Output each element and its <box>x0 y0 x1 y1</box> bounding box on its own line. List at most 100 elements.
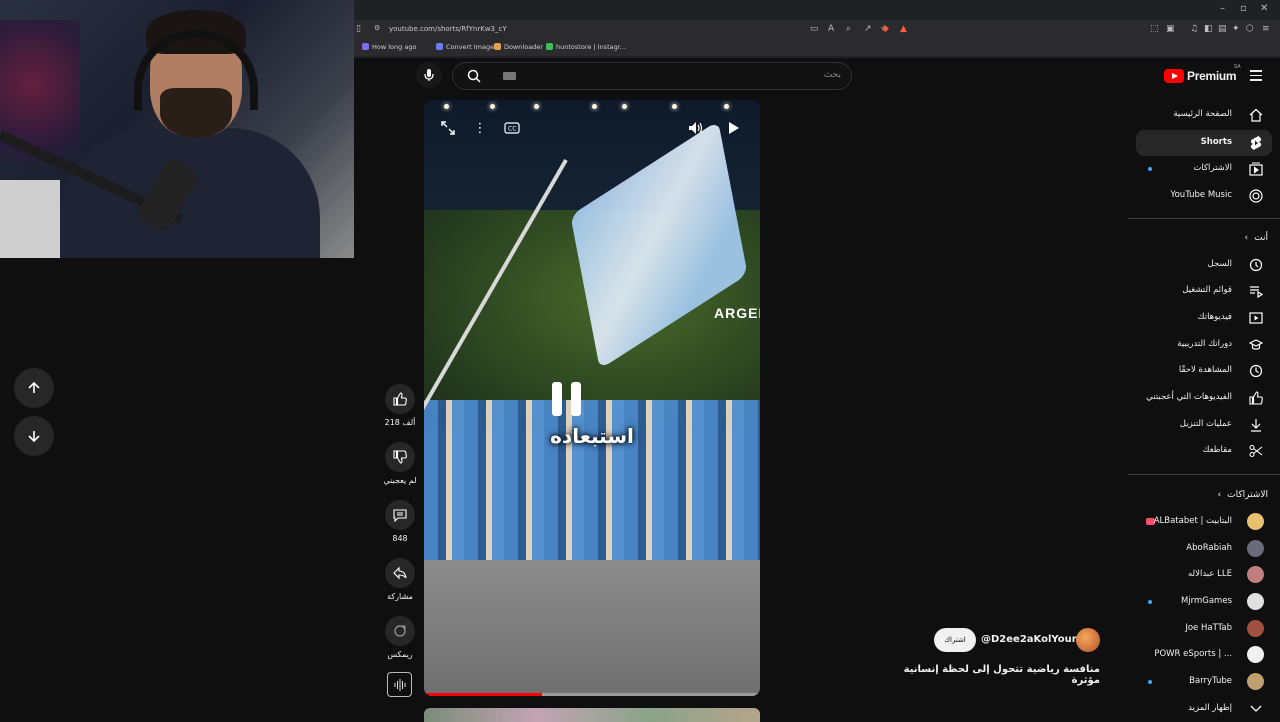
your-videos-icon <box>1248 310 1264 326</box>
screenshot-icon[interactable]: ▣ <box>1166 24 1175 34</box>
bookmark-convert-image[interactable]: Convert Image <box>436 43 494 51</box>
next-video-button[interactable] <box>14 416 54 456</box>
sidebar-item-subscriptions[interactable]: الاشتراكات <box>1136 156 1272 182</box>
sidebar-icon[interactable]: ◧ <box>1204 24 1213 34</box>
svg-text:CC: CC <box>508 126 516 133</box>
scissors-icon <box>1248 443 1264 459</box>
logo-text: Premium <box>1187 69 1237 83</box>
rewards-icon[interactable]: ▲ <box>900 24 907 34</box>
arrow-down-icon <box>28 431 40 443</box>
sidebar-item-clips[interactable]: مقاطعك <box>1136 438 1272 464</box>
share-button[interactable]: مشاركة <box>380 558 420 601</box>
fullscreen-button[interactable] <box>438 120 458 136</box>
progress-bar[interactable] <box>424 693 760 696</box>
sidebar-item-label: عمليات التنزيل <box>1179 419 1232 429</box>
sidebar-item-label: دوراتك التدريبية <box>1177 339 1232 349</box>
youtube-play-icon <box>1164 69 1184 83</box>
keyboard-icon[interactable] <box>503 72 516 80</box>
media-icon[interactable]: ♫ <box>1190 24 1198 34</box>
captions-button[interactable]: CC <box>502 120 522 136</box>
vpn-icon[interactable]: ⬡ <box>1246 24 1254 34</box>
playlists-icon <box>1248 283 1264 299</box>
subscription-item[interactable]: POWR eSports | ... <box>1136 642 1272 668</box>
sidebar-item-label: الفيديوهات التي أعجبتني <box>1146 392 1232 402</box>
restore-icon[interactable]: ▫ <box>1240 3 1247 14</box>
more-options-button[interactable]: ⋮ <box>470 120 490 136</box>
subscription-item[interactable]: AboRabiah <box>1136 536 1272 562</box>
zoom-icon[interactable]: ⌕ <box>846 24 851 34</box>
sidebar-item-label: الصفحة الرئيسية <box>1173 109 1232 119</box>
bookmark-icon <box>362 43 369 50</box>
bookmark-downloader[interactable]: Downloader <box>494 43 543 51</box>
search-bar[interactable]: بحث <box>452 62 852 90</box>
channel-avatar <box>1247 566 1264 583</box>
sidebar-subscriptions-heading[interactable]: ‹ الاشتراكات <box>1218 490 1268 500</box>
bookmark-how-long-ago[interactable]: How long ago <box>362 43 416 51</box>
previous-video-button[interactable] <box>14 368 54 408</box>
address-bar-row: ▯ ⚙ youtube.com/shorts/RfYnrKw3_cY ▭ A ⌕… <box>354 20 1280 40</box>
sidebar-item-watch-later[interactable]: المشاهدة لاحقًا <box>1136 358 1272 384</box>
sidebar-item-home[interactable]: الصفحة الرئيسية <box>1136 102 1272 128</box>
channel-avatar[interactable] <box>1076 628 1100 652</box>
shorts-video-player[interactable]: ARGENTIN ⋮ CC استبعاده <box>424 100 760 696</box>
channel-avatar <box>1247 620 1264 637</box>
leo-icon[interactable]: ✦ <box>1232 24 1240 34</box>
like-button[interactable]: 218 ألف <box>380 384 420 427</box>
video-title[interactable]: منافسة رياضية تتحول إلى لحظة إنسانية مؤث… <box>880 664 1100 686</box>
subscription-name: MjrmGames <box>1180 596 1232 606</box>
extensions-icon[interactable]: ⬚ <box>1150 24 1159 34</box>
minimize-icon[interactable]: – <box>1220 3 1225 14</box>
dislike-button[interactable]: لم يعجبني <box>380 442 420 485</box>
play-button[interactable] <box>724 120 744 136</box>
sidebar-item-courses[interactable]: دوراتك التدريبية <box>1136 332 1272 358</box>
sidebar-item-youtube-music[interactable]: YouTube Music <box>1136 183 1272 209</box>
search-button[interactable] <box>453 63 495 89</box>
sidebar-item-playlists[interactable]: قوائم التشغيل <box>1136 278 1272 304</box>
bookmark-huntostore[interactable]: huntostore | Instagr... <box>546 43 626 51</box>
remix-button[interactable]: ريمكس <box>380 616 420 659</box>
sidebar-toggle-icon[interactable]: ▯ <box>356 24 361 34</box>
subscription-item[interactable]: عبدالاله LLE <box>1136 562 1272 588</box>
translate-icon[interactable]: A <box>828 24 834 34</box>
subscription-item[interactable]: BarryTube <box>1136 669 1272 695</box>
play-icon <box>729 122 739 134</box>
region-code: SA <box>1234 64 1241 70</box>
channel-avatar <box>1247 540 1264 557</box>
share-icon[interactable]: ↗ <box>864 24 872 34</box>
channel-handle[interactable]: @D2ee2aKolYoum <box>981 634 1082 645</box>
close-icon[interactable]: ✕ <box>1260 3 1268 14</box>
sidebar-item-liked-videos[interactable]: الفيديوهات التي أعجبتني <box>1136 385 1272 411</box>
channel-avatar <box>1247 593 1264 610</box>
subscription-item[interactable]: ALBatabet | البتابيت <box>1136 509 1272 535</box>
voice-search-button[interactable] <box>416 62 442 88</box>
history-icon <box>1248 257 1264 273</box>
subscription-name: AboRabiah <box>1186 543 1232 553</box>
youtube-premium-logo[interactable]: Premium SA <box>1164 64 1241 86</box>
subscribe-button[interactable]: اشتراك <box>934 628 976 652</box>
brave-shield-icon[interactable]: ◆ <box>882 24 889 34</box>
sidebar-item-downloads[interactable]: عمليات التنزيل <box>1136 412 1272 438</box>
thumbs-down-icon <box>385 442 415 472</box>
subscription-item[interactable]: Joe HaTTab <box>1136 616 1272 642</box>
search-input[interactable]: بحث <box>824 70 841 80</box>
menu-icon[interactable]: ≡ <box>1262 24 1270 34</box>
show-more-button[interactable]: إظهار المزيد <box>1136 696 1272 722</box>
sound-button[interactable] <box>387 672 412 697</box>
home-icon <box>1248 107 1264 123</box>
sidebar-item-label: YouTube Music <box>1170 190 1232 200</box>
sidebar-item-shorts[interactable]: Shorts <box>1136 130 1272 156</box>
volume-button[interactable] <box>686 120 706 136</box>
pip-icon[interactable]: ▭ <box>810 24 819 34</box>
wallet-icon[interactable]: ▤ <box>1218 24 1227 34</box>
sidebar-you-heading[interactable]: ‹ أنت <box>1245 233 1268 243</box>
sidebar-item-your-videos[interactable]: فيديوهاتك <box>1136 305 1272 331</box>
subscription-item[interactable]: MjrmGames <box>1136 589 1272 615</box>
search-icon <box>467 69 481 83</box>
guide-menu-button[interactable] <box>1250 70 1262 84</box>
like-count: 218 ألف <box>384 418 416 427</box>
site-info-icon[interactable]: ⚙ <box>374 24 380 32</box>
comments-button[interactable]: 848 <box>380 500 420 543</box>
new-content-dot <box>1148 600 1152 604</box>
audio-waveform-icon <box>394 678 405 691</box>
sidebar-item-history[interactable]: السجل <box>1136 252 1272 278</box>
